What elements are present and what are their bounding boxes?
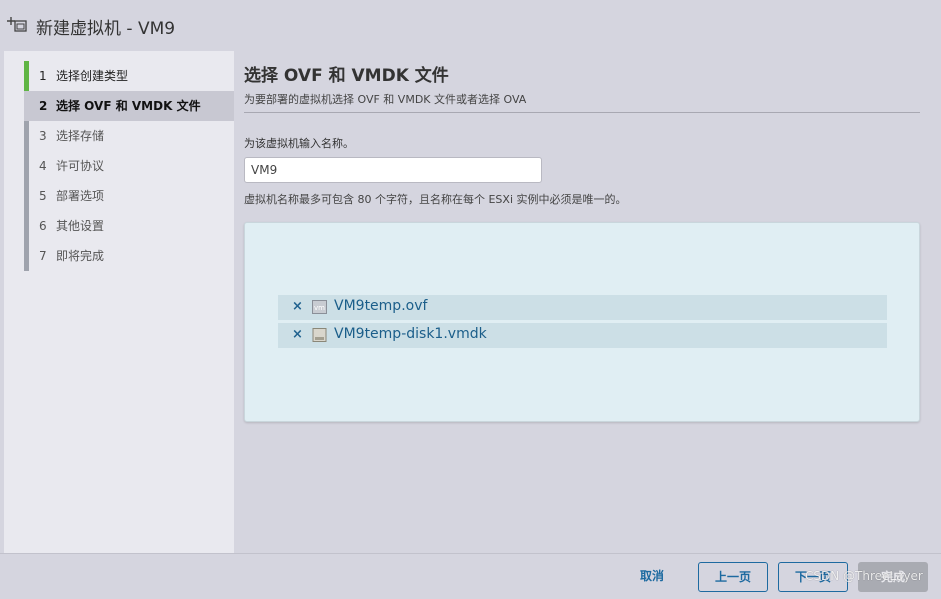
step-number: 3	[39, 129, 47, 143]
back-button[interactable]: 上一页	[698, 562, 768, 592]
step-label: 其他设置	[56, 219, 105, 233]
step-label: 选择 OVF 和 VMDK 文件	[56, 99, 201, 113]
wizard-content: 选择 OVF 和 VMDK 文件 为要部署的虚拟机选择 OVF 和 VMDK 文…	[234, 51, 941, 553]
file-row-ovf: × vm VM9temp.ovf	[278, 295, 887, 320]
step-1[interactable]: 1 选择创建类型	[24, 61, 234, 91]
file-name: VM9temp.ovf	[334, 298, 428, 314]
step-label: 选择存储	[56, 129, 105, 143]
vm-template-icon: vm	[312, 300, 327, 314]
new-vm-dialog: 新建虚拟机 - VM9 1 选择创建类型 2 选择 OVF 和 VMDK 文件 …	[0, 0, 941, 599]
vm-name-label: 为该虚拟机输入名称。	[244, 137, 354, 150]
remove-file-icon[interactable]: ×	[292, 299, 303, 314]
step-number: 6	[39, 219, 47, 233]
step-number: 1	[39, 69, 47, 83]
step-5[interactable]: 5 部署选项	[24, 181, 234, 211]
step-6[interactable]: 6 其他设置	[24, 211, 234, 241]
title-divider	[244, 112, 920, 113]
file-row-vmdk: × VM9temp-disk1.vmdk	[278, 323, 887, 348]
footer-divider	[0, 553, 941, 554]
step-3[interactable]: 3 选择存储	[24, 121, 234, 151]
step-label: 即将完成	[56, 249, 105, 263]
vm-name-hint: 虚拟机名称最多可包含 80 个字符，且名称在每个 ESXi 实例中必须是唯一的。	[244, 193, 627, 206]
step-7[interactable]: 7 即将完成	[24, 241, 234, 271]
step-2[interactable]: 2 选择 OVF 和 VMDK 文件	[24, 91, 234, 121]
page-title: 选择 OVF 和 VMDK 文件	[244, 66, 449, 86]
step-number: 2	[39, 99, 48, 113]
new-vm-icon	[7, 17, 27, 32]
step-4[interactable]: 4 许可协议	[24, 151, 234, 181]
file-name: VM9temp-disk1.vmdk	[334, 326, 487, 342]
page-subtitle: 为要部署的虚拟机选择 OVF 和 VMDK 文件或者选择 OVA	[244, 93, 527, 106]
vm-name-input[interactable]	[244, 157, 542, 183]
file-drop-area[interactable]: × vm VM9temp.ovf × VM9temp-disk1.vmdk	[244, 222, 920, 422]
disk-icon	[312, 328, 327, 342]
step-label: 部署选项	[56, 189, 105, 203]
dialog-titlebar: 新建虚拟机 - VM9	[0, 0, 941, 50]
dialog-title: 新建虚拟机 - VM9	[36, 19, 176, 39]
wizard-steps-sidebar: 1 选择创建类型 2 选择 OVF 和 VMDK 文件 3 选择存储 4 许可协…	[4, 51, 234, 553]
step-label: 许可协议	[56, 159, 105, 173]
step-number: 4	[39, 159, 47, 173]
watermark: CSDN @ThreeLayer	[805, 569, 923, 583]
remove-file-icon[interactable]: ×	[292, 327, 303, 342]
step-number: 7	[39, 249, 47, 263]
step-label: 选择创建类型	[56, 69, 129, 83]
svg-text:vm: vm	[314, 304, 325, 312]
cancel-button[interactable]: 取消	[622, 562, 682, 592]
step-number: 5	[39, 189, 47, 203]
